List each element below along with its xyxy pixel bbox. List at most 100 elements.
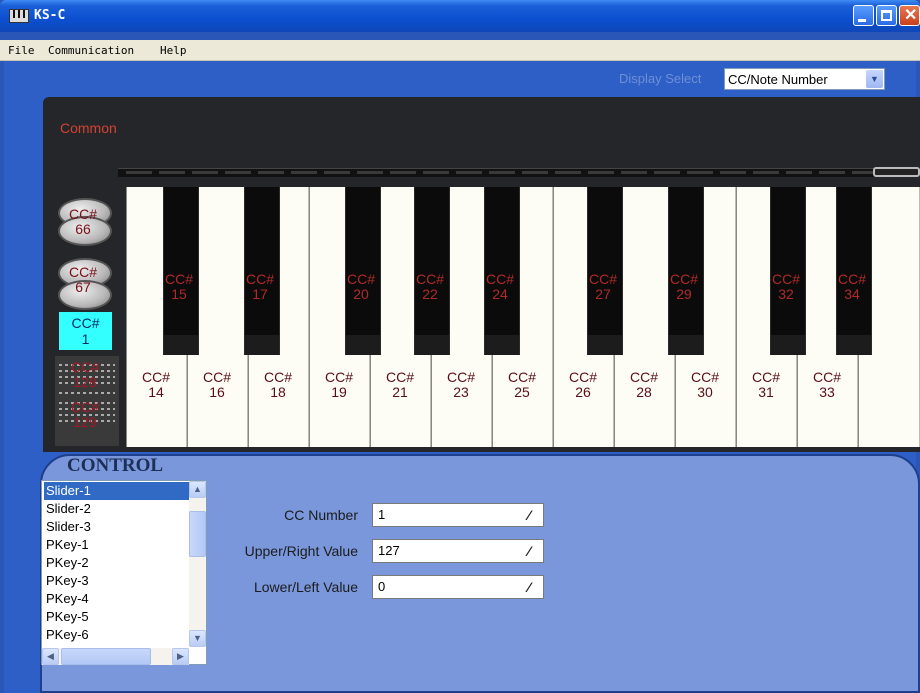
mod-cc: CC# [71, 315, 100, 331]
strip-segment [522, 171, 548, 174]
white-key-label: CC# 28 [624, 370, 664, 400]
list-item[interactable]: PKey-2 [44, 554, 189, 572]
title-bar[interactable]: KS-C ✕ [0, 0, 920, 32]
pitch-128-num: 128 [73, 374, 97, 390]
maximize-button[interactable] [876, 5, 897, 26]
black-key-label: CC# 20 [341, 272, 381, 302]
white-key-cc: CC# [141, 369, 170, 385]
list-item[interactable]: PKey-3 [44, 572, 189, 590]
black-key-base [485, 335, 519, 355]
h-scroll-thumb[interactable] [61, 648, 151, 665]
scroll-down-icon[interactable]: ▼ [189, 630, 206, 647]
piano-icon [9, 9, 29, 23]
white-key-num: 25 [514, 384, 530, 400]
black-key-base [164, 335, 198, 355]
strip-segment [786, 171, 812, 174]
control-listbox[interactable]: Slider-1 Slider-2 Slider-3 PKey-1 PKey-2 PKey… [41, 480, 207, 665]
scroll-right-icon[interactable]: ▶ [172, 648, 189, 665]
white-key-cc: CC# [446, 369, 475, 385]
strip-segment [126, 171, 152, 174]
common-label: Common [60, 120, 117, 136]
white-key-num: 16 [209, 384, 225, 400]
strip-segment [357, 171, 383, 174]
strip-segment [588, 171, 614, 174]
strip-segment [720, 171, 746, 174]
lower-value-label: Lower/Left Value [253, 579, 358, 595]
mod-wheel-cc1[interactable]: CC# 1 [59, 312, 112, 350]
white-key-cc: CC# [263, 369, 292, 385]
black-key-base [346, 335, 380, 355]
white-key-label: CC# 25 [502, 370, 542, 400]
white-key-num: 30 [697, 384, 713, 400]
strip-segment [192, 171, 218, 174]
white-key-num: 14 [148, 384, 164, 400]
display-select-dropdown[interactable]: CC/Note Number ▼ [724, 68, 885, 90]
spin-icon[interactable]: ⁄ [518, 578, 540, 596]
black-key-cc: CC# [346, 271, 375, 287]
list-item[interactable]: Slider-1 [44, 482, 189, 500]
strip-segment [390, 171, 416, 174]
list-item[interactable]: PKey-6 [44, 626, 189, 644]
pitch-128-cc: CC# [70, 359, 99, 375]
black-key-num: 27 [595, 286, 611, 302]
window-title: KS-C [34, 8, 66, 23]
menu-bar: File Communication Help [0, 40, 920, 61]
list-item[interactable]: PKey-1 [44, 536, 189, 554]
black-key-label: CC# 24 [480, 272, 520, 302]
white-key-label: CC# 31 [746, 370, 786, 400]
spin-icon[interactable]: ⁄ [518, 506, 540, 524]
list-item[interactable]: Slider-2 [44, 500, 189, 518]
white-key-num: 18 [270, 384, 286, 400]
scroll-left-icon[interactable]: ◀ [42, 648, 59, 665]
scroll-thumb[interactable] [189, 511, 206, 557]
strip-segment [819, 171, 845, 174]
pitch-129-label: CC# 129 [65, 400, 105, 430]
white-key-label: CC# 23 [441, 370, 481, 400]
list-item[interactable]: Slider-3 [44, 518, 189, 536]
menu-help[interactable]: Help [160, 44, 187, 57]
pitch-129-cc: CC# [70, 399, 99, 415]
knob-66-cc: CC# [68, 206, 97, 222]
menu-file[interactable]: File [8, 44, 35, 57]
scroll-up-icon[interactable]: ▲ [189, 481, 206, 498]
strip-segment [687, 171, 713, 174]
white-key-num: 23 [453, 384, 469, 400]
list-item[interactable]: PKey-5 [44, 608, 189, 626]
white-key-label: CC# 16 [197, 370, 237, 400]
display-select-value: CC/Note Number [728, 72, 828, 87]
black-key-base [669, 335, 703, 355]
black-key-cc: CC# [164, 271, 193, 287]
strip-segment [423, 171, 449, 174]
black-key-cc: CC# [415, 271, 444, 287]
black-key-label: CC# 29 [664, 272, 704, 302]
listbox-horizontal-scrollbar[interactable]: ◀ ▶ [42, 648, 189, 665]
close-button[interactable]: ✕ [899, 5, 920, 26]
strip-segment [456, 171, 482, 174]
black-key-base [245, 335, 279, 355]
black-key-base [771, 335, 805, 355]
pitch-128-label: CC# 128 [65, 360, 105, 390]
white-key-cc: CC# [324, 369, 353, 385]
menu-communication[interactable]: Communication [48, 44, 134, 57]
white-key-label: CC# 21 [380, 370, 420, 400]
white-key-num: 21 [392, 384, 408, 400]
minimize-button[interactable] [853, 5, 874, 26]
chevron-down-icon[interactable]: ▼ [866, 70, 883, 88]
white-key-label: CC# 19 [319, 370, 359, 400]
white-key-label: CC# 30 [685, 370, 725, 400]
strip-segment [324, 171, 350, 174]
white-key[interactable] [614, 187, 675, 447]
white-key-label: CC# 26 [563, 370, 603, 400]
led-strip [118, 168, 878, 177]
black-key-cc: CC# [485, 271, 514, 287]
listbox-vertical-scrollbar[interactable]: ▲ ▼ [189, 481, 206, 647]
spin-icon[interactable]: ⁄ [518, 542, 540, 560]
knob-66-num: 66 [75, 221, 91, 237]
black-key-num: 17 [252, 286, 268, 302]
list-item[interactable]: PKey-4 [44, 590, 189, 608]
upper-value-label: Upper/Right Value [244, 543, 358, 559]
white-key-num: 33 [819, 384, 835, 400]
strip-segment [555, 171, 581, 174]
black-key-cc: CC# [669, 271, 698, 287]
white-key-cc: CC# [629, 369, 658, 385]
